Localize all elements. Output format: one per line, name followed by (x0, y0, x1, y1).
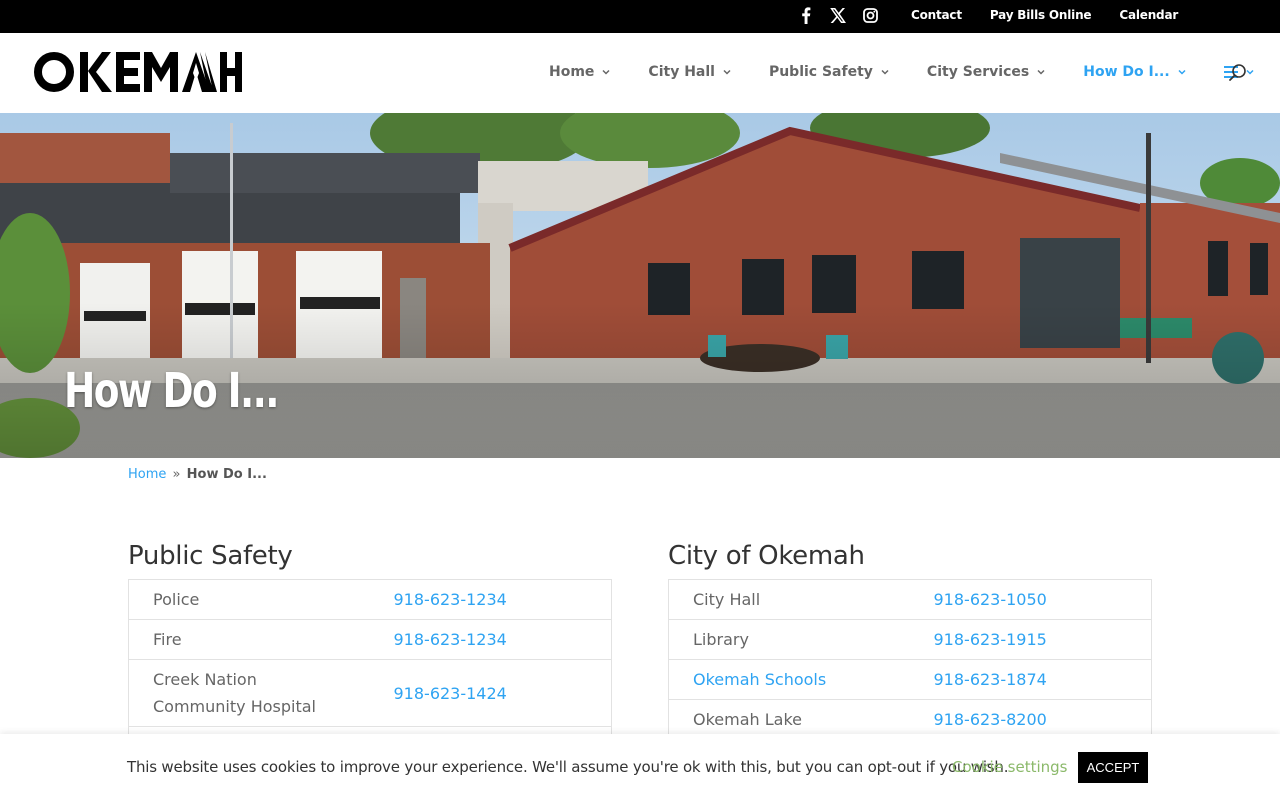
nav-city-services[interactable]: City Services (927, 64, 1045, 80)
main-nav: Home City Hall Public Safety City Servic… (549, 64, 1254, 80)
public-safety-heading: Public Safety (128, 541, 293, 571)
instagram-icon[interactable] (861, 6, 879, 24)
city-heading: City of Okemah (668, 541, 865, 571)
table-row: Police 918-623-1234 (128, 579, 612, 620)
okemah-schools-link[interactable]: Okemah Schools (693, 670, 826, 689)
table-row: Creek Nation Community Hospital 918-623-… (128, 659, 612, 727)
facebook-icon[interactable] (797, 6, 815, 24)
pay-bills-link[interactable]: Pay Bills Online (990, 8, 1092, 22)
phone-link[interactable]: 918-623-1874 (934, 670, 1047, 689)
phone-link[interactable]: 918-623-1050 (934, 590, 1047, 609)
cookie-settings-link[interactable]: Cookie settings (952, 758, 1068, 776)
cookie-banner: This website uses cookies to improve you… (0, 734, 1280, 800)
chevron-down-icon (1037, 69, 1045, 75)
chevron-down-icon (602, 69, 610, 75)
chevron-down-icon (723, 69, 731, 75)
breadcrumb: Home » How Do I... (128, 467, 267, 482)
nav-how-do-i[interactable]: How Do I... (1083, 64, 1186, 80)
okemah-logo[interactable] (34, 47, 242, 97)
contact-name: Fire (128, 619, 370, 660)
hero-banner: How Do I... (0, 113, 1280, 458)
nav-city-hall[interactable]: City Hall (648, 64, 731, 80)
city-section: City of Okemah City Hall 918-623-1050 Li… (668, 540, 1152, 740)
contact-link[interactable]: Contact (911, 8, 962, 22)
phone-link[interactable]: 918-623-1234 (394, 590, 507, 609)
x-icon[interactable] (829, 6, 847, 24)
contact-name: Creek Nation Community Hospital (128, 659, 370, 727)
breadcrumb-current: How Do I... (186, 467, 267, 482)
contact-name: Library (668, 619, 910, 660)
city-table: City Hall 918-623-1050 Library 918-623-1… (668, 579, 1152, 740)
chevron-down-icon (1178, 69, 1186, 75)
accept-cookies-button[interactable]: ACCEPT (1078, 752, 1148, 783)
public-safety-section: Public Safety Police 918-623-1234 Fire 9… (128, 540, 612, 767)
site-header: Home City Hall Public Safety City Servic… (0, 33, 1280, 113)
phone-link[interactable]: 918-623-1915 (934, 630, 1047, 649)
nav-home[interactable]: Home (549, 64, 610, 80)
calendar-link[interactable]: Calendar (1119, 8, 1178, 22)
nav-public-safety[interactable]: Public Safety (769, 64, 889, 80)
breadcrumb-home[interactable]: Home (128, 467, 166, 482)
table-row: City Hall 918-623-1050 (668, 579, 1152, 620)
phone-link[interactable]: 918-623-1234 (394, 630, 507, 649)
search-icon[interactable] (1228, 63, 1248, 83)
top-bar: Contact Pay Bills Online Calendar (0, 0, 1280, 33)
social-links (797, 6, 879, 26)
breadcrumb-separator: » (172, 467, 181, 482)
cookie-message: This website uses cookies to improve you… (127, 758, 1009, 776)
top-links: Contact Pay Bills Online Calendar (911, 8, 1178, 22)
contact-name: Police (128, 579, 370, 620)
contact-name: City Hall (668, 579, 910, 620)
phone-link[interactable]: 918-623-8200 (934, 710, 1047, 729)
chevron-down-icon (881, 69, 889, 75)
table-row: Library 918-623-1915 (668, 619, 1152, 660)
table-row: Fire 918-623-1234 (128, 619, 612, 660)
page-title: How Do I... (64, 363, 280, 419)
table-row: Okemah Schools 918-623-1874 (668, 659, 1152, 700)
phone-link[interactable]: 918-623-1424 (394, 684, 507, 703)
